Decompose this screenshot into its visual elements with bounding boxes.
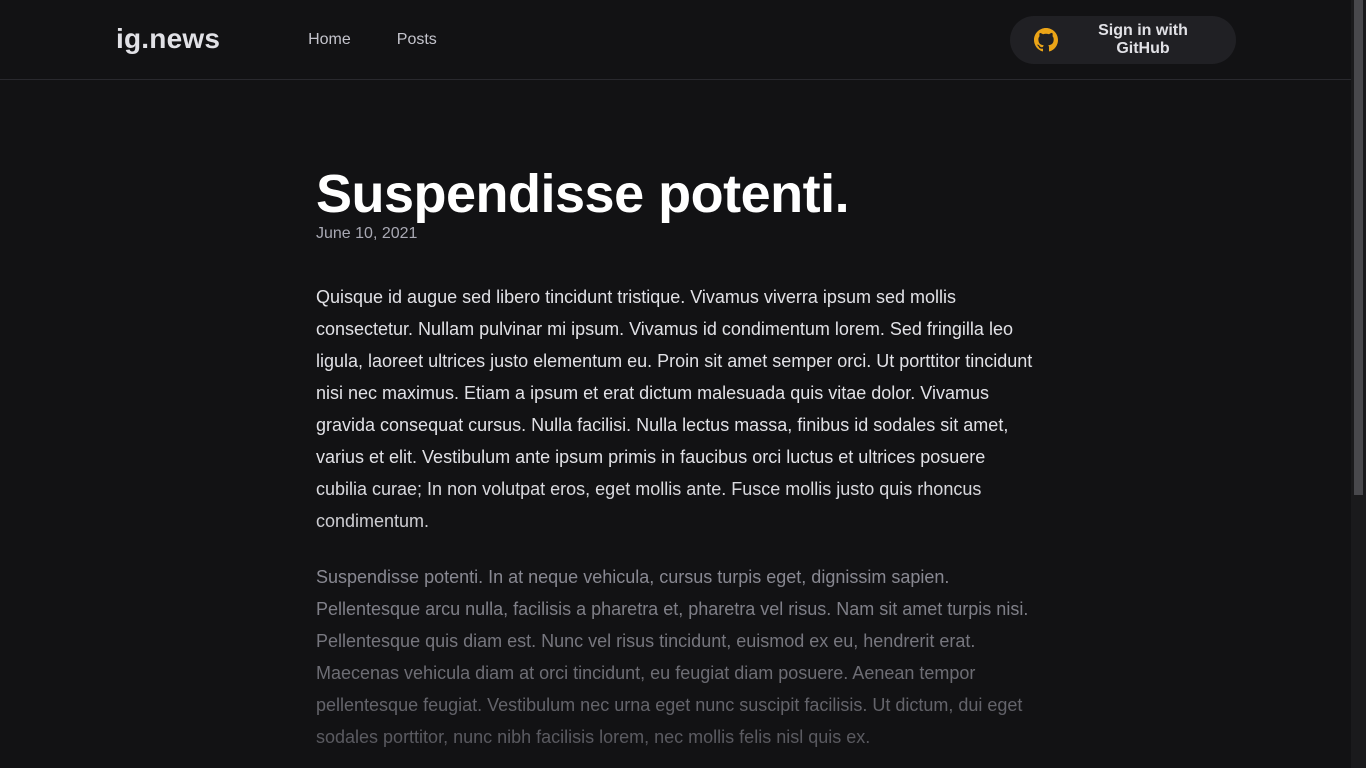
page: ig.news Home Posts Sign in with GitHub S… [0, 0, 1351, 768]
main-nav: Home Posts [308, 0, 483, 79]
scrollbar-thumb[interactable] [1354, 0, 1363, 495]
header: ig.news Home Posts Sign in with GitHub [0, 0, 1351, 80]
sign-in-label: Sign in with GitHub [1098, 21, 1188, 57]
post-content: Quisque id augue sed libero tincidunt tr… [316, 281, 1036, 753]
header-content: ig.news Home Posts Sign in with GitHub [116, 0, 1236, 79]
github-icon [1034, 27, 1058, 52]
sign-in-with-github-button[interactable]: Sign in with GitHub [1010, 15, 1236, 64]
nav-home-link[interactable]: Home [308, 0, 351, 79]
post-title: Suspendisse potenti. [316, 164, 850, 224]
post-paragraph: Suspendisse potenti. In at neque vehicul… [316, 567, 1029, 747]
post-article: Suspendisse potenti. June 10, 2021 Quisq… [316, 160, 1036, 768]
vertical-scrollbar[interactable] [1351, 0, 1366, 768]
post-paragraph: Quisque id augue sed libero tincidunt tr… [316, 287, 1033, 531]
logo[interactable]: ig.news [116, 23, 220, 55]
nav-posts-link[interactable]: Posts [397, 0, 437, 79]
